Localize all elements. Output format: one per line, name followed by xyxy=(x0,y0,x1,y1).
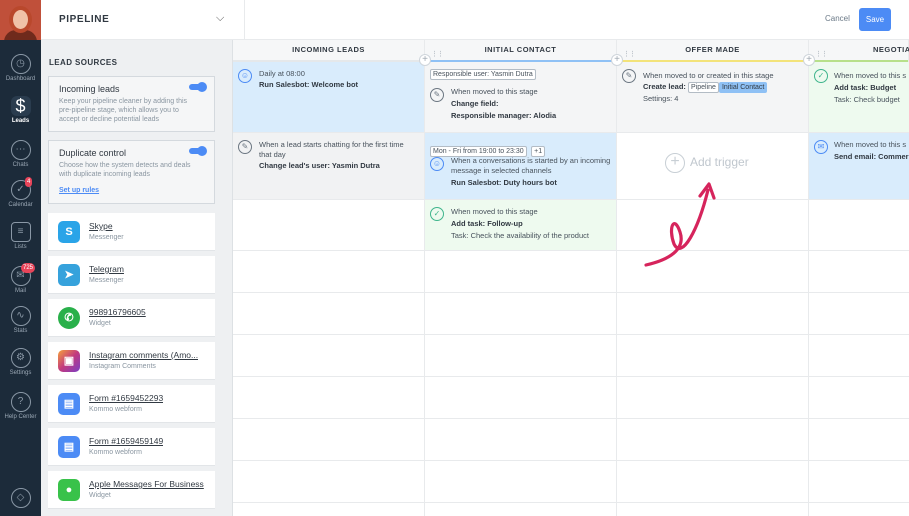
pipeline-title[interactable]: PIPELINE xyxy=(59,14,109,25)
incoming-leads-desc: Keep your pipeline cleaner by adding thi… xyxy=(59,98,188,123)
add-stage-plus-icon[interactable]: + xyxy=(803,54,815,66)
source-type: Messenger xyxy=(89,234,124,241)
check-icon: ✓ xyxy=(430,207,444,221)
source-name[interactable]: Skype xyxy=(89,221,113,231)
avatar[interactable] xyxy=(0,0,41,40)
source-name[interactable]: Apple Messages For Business xyxy=(89,479,204,489)
nav-mail[interactable]: ✉ 725 Mail xyxy=(0,263,41,294)
source-item[interactable]: ▤ Form #1659459149 Kommo webform xyxy=(48,428,215,466)
skype-icon: S xyxy=(58,221,80,243)
duplicate-control-title: Duplicate control xyxy=(59,148,127,158)
leads-icon: $ xyxy=(10,96,31,116)
source-name[interactable]: 998916796605 xyxy=(89,307,146,317)
column-header-negotiation[interactable]: ⋮⋮ NEGOTIA xyxy=(809,40,909,62)
source-type: Widget xyxy=(89,320,111,327)
column-header-incoming[interactable]: INCOMING LEADS xyxy=(233,40,425,62)
nav-bottom[interactable]: ◇ xyxy=(0,488,41,510)
incoming-leads-card: Incoming leads Keep your pipeline cleane… xyxy=(48,76,215,132)
nav-chats[interactable]: ⋯ Chats xyxy=(0,140,41,168)
salesbot-icon: ☺ xyxy=(238,69,252,83)
calendar-badge: 4 xyxy=(25,177,33,187)
chevron-down-icon[interactable]: ⌵ xyxy=(216,12,224,25)
responsible-user-tag: Responsible user: Yasmin Dutra xyxy=(430,69,536,80)
mail-badge: 725 xyxy=(21,263,36,273)
incoming-leads-title: Incoming leads xyxy=(59,84,120,94)
help-icon: ? xyxy=(10,392,31,412)
source-type: Kommo webform xyxy=(89,406,142,413)
nav-help[interactable]: ? Help Center xyxy=(0,392,41,420)
stage-tag: Initial Contact xyxy=(718,82,768,93)
trigger-card[interactable]: ✎ When moved to or created in this stage… xyxy=(617,62,808,132)
main-nav: ◷ Dashboard $ Leads ⋯ Chats ✓ 4 Calendar ≡ Lis… xyxy=(0,0,41,516)
source-type: Kommo webform xyxy=(89,449,142,456)
edit-icon: ✎ xyxy=(430,88,444,102)
apple-messages-icon: ● xyxy=(58,479,80,501)
check-icon: ✓ xyxy=(814,69,828,83)
chats-icon: ⋯ xyxy=(10,140,31,160)
pipeline-tag: Pipeline xyxy=(688,82,719,93)
trigger-card[interactable]: ✓ When moved to this s Add task: Budget … xyxy=(809,62,909,132)
settings-icon: ⚙ xyxy=(10,348,31,368)
panel-title: LEAD SOURCES xyxy=(49,58,118,67)
trigger-card[interactable]: Responsible user: Yasmin Dutra ✎ When mo… xyxy=(425,62,616,132)
add-stage-plus-icon[interactable]: + xyxy=(611,54,623,66)
email-icon: ✉ xyxy=(814,140,828,154)
top-bar: PIPELINE ⌵ Cancel Save xyxy=(41,0,909,40)
dashboard-icon: ◷ xyxy=(10,54,31,74)
source-type: Widget xyxy=(89,492,111,499)
nav-dashboard[interactable]: ◷ Dashboard xyxy=(0,54,41,82)
source-name[interactable]: Form #1659459149 xyxy=(89,436,163,446)
source-item[interactable]: ● Apple Messages For Business Widget xyxy=(48,471,215,509)
salesbot-icon: ☺ xyxy=(430,157,444,171)
annotation-arrow-icon xyxy=(644,182,716,267)
telegram-icon: ➤ xyxy=(58,264,80,286)
trigger-card[interactable]: ✎ When a lead starts chatting for the fi… xyxy=(233,133,424,199)
source-name[interactable]: Instagram comments (Amo... xyxy=(89,350,198,360)
trigger-card[interactable]: Mon - Fri from 19:00 to 23:30 +1 ☺ When … xyxy=(425,133,616,199)
webform-icon: ▤ xyxy=(58,436,80,458)
source-item[interactable]: S Skype Messenger xyxy=(48,213,215,251)
source-type: Instagram Comments xyxy=(89,363,156,370)
source-item[interactable]: ✆ 998916796605 Widget xyxy=(48,299,215,337)
column-header-offer-made[interactable]: ⋮⋮ OFFER MADE xyxy=(617,40,809,62)
duplicate-control-toggle[interactable] xyxy=(189,146,207,156)
source-type: Messenger xyxy=(89,277,124,284)
whatsapp-icon: ✆ xyxy=(58,307,80,329)
source-item[interactable]: ➤ Telegram Messenger xyxy=(48,256,215,294)
incoming-leads-toggle[interactable] xyxy=(189,82,207,92)
column-header-initial-contact[interactable]: ⋮⋮ INITIAL CONTACT xyxy=(425,40,617,62)
divider xyxy=(244,0,245,40)
trigger-card[interactable]: ☺ Daily at 08:00 Run Salesbot: Welcome b… xyxy=(233,62,424,132)
webform-icon: ▤ xyxy=(58,393,80,415)
source-name[interactable]: Telegram xyxy=(89,264,124,274)
nav-lists[interactable]: ≡ Lists xyxy=(0,222,41,250)
trigger-card[interactable]: ✉ When moved to this s Send email: Comme… xyxy=(809,133,909,199)
lists-icon: ≡ xyxy=(10,222,31,242)
instagram-comments-icon: ▣ xyxy=(58,350,80,372)
stats-icon: ∿ xyxy=(10,306,31,326)
source-name[interactable]: Form #1659452293 xyxy=(89,393,163,403)
nav-calendar[interactable]: ✓ 4 Calendar xyxy=(0,177,41,208)
nav-stats[interactable]: ∿ Stats xyxy=(0,306,41,334)
add-stage-plus-icon[interactable]: + xyxy=(419,54,431,66)
trigger-card[interactable]: ✓ When moved to this stage Add task: Fol… xyxy=(425,200,616,250)
source-item[interactable]: ▤ Form #1659452293 Kommo webform xyxy=(48,385,215,423)
save-button[interactable]: Save xyxy=(859,8,891,31)
edit-icon: ✎ xyxy=(622,69,636,83)
duplicate-control-card: Duplicate control Choose how the system … xyxy=(48,140,215,204)
pipeline-board: INCOMING LEADS ⋮⋮ INITIAL CONTACT ⋮⋮ OFFER… xyxy=(233,40,909,516)
kommo-logo-icon: ◇ xyxy=(10,488,31,508)
lead-sources-panel: LEAD SOURCES Incoming leads Keep your pi… xyxy=(41,40,233,516)
source-item[interactable]: ▣ Instagram comments (Amo... Instagram Com… xyxy=(48,342,215,380)
duplicate-control-desc: Choose how the system detects and deals … xyxy=(59,162,191,178)
cancel-button[interactable]: Cancel xyxy=(825,14,850,23)
edit-icon: ✎ xyxy=(238,140,252,154)
nav-leads[interactable]: $ Leads xyxy=(0,96,41,124)
setup-rules-link[interactable]: Set up rules xyxy=(59,187,99,194)
nav-settings[interactable]: ⚙ Settings xyxy=(0,348,41,376)
